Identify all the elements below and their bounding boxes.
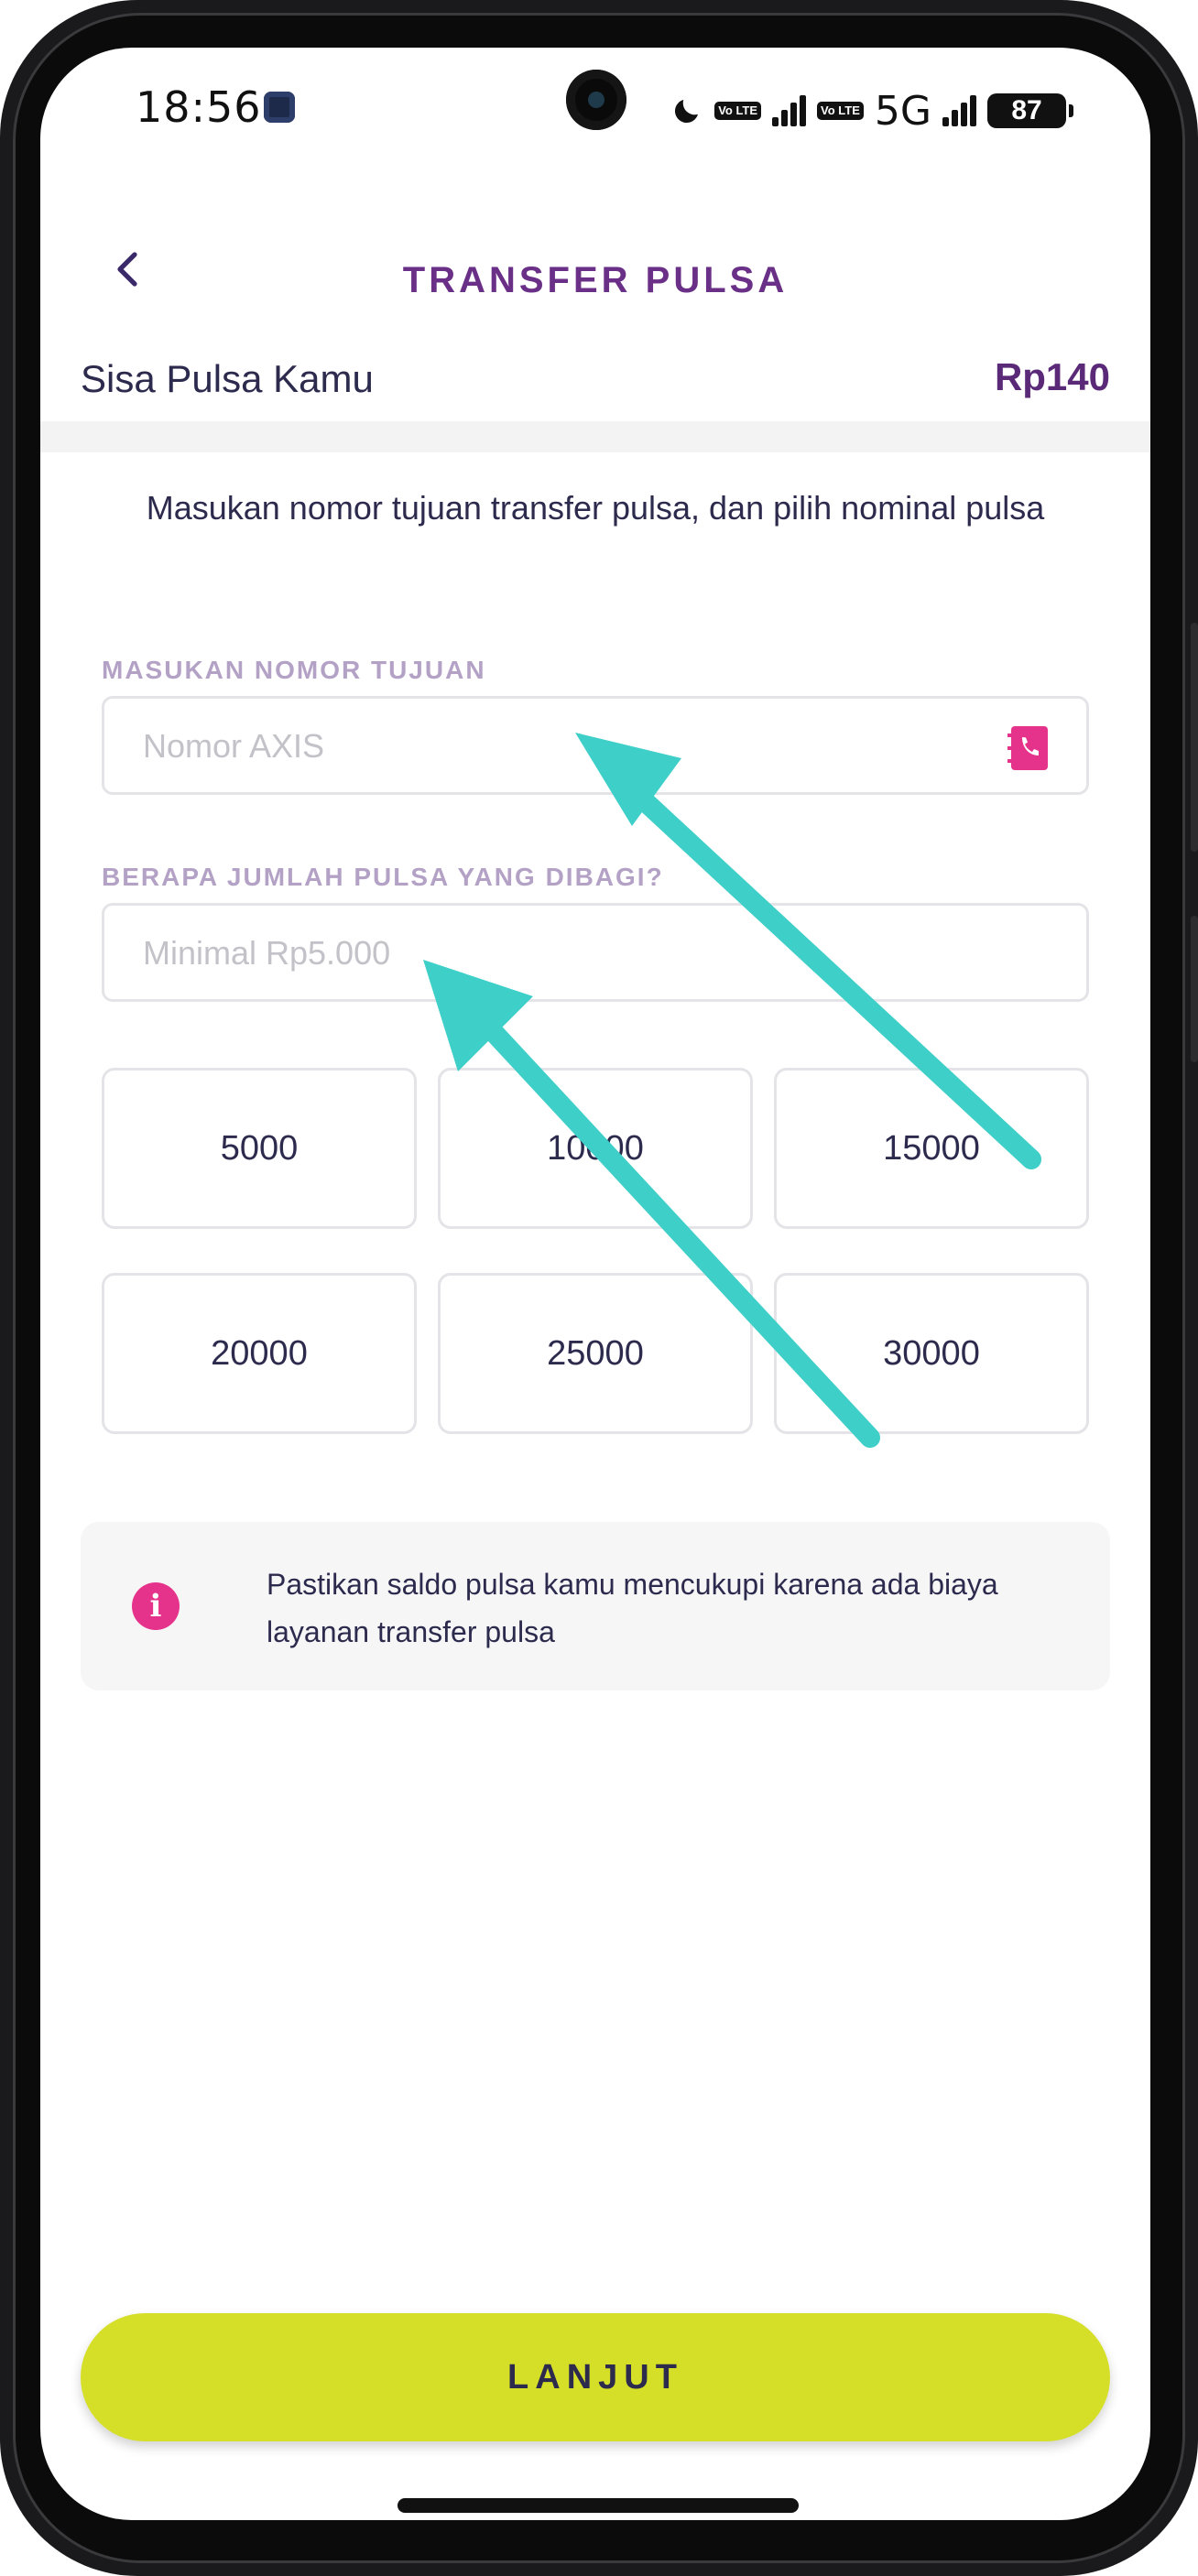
phone-number-input[interactable] xyxy=(141,699,969,794)
battery-indicator: 87 xyxy=(987,93,1073,128)
nominal-option-15000[interactable]: 15000 xyxy=(774,1068,1089,1229)
status-time: 18:56 xyxy=(136,82,262,132)
contact-book-icon xyxy=(1007,726,1048,770)
balance-label: Sisa Pulsa Kamu xyxy=(81,357,374,400)
notification-app-icon xyxy=(264,92,295,123)
phone-field-label: MASUKAN NOMOR TUJUAN xyxy=(102,656,486,684)
info-icon: i xyxy=(132,1582,180,1630)
amount-input[interactable] xyxy=(141,906,969,1001)
side-button-volume xyxy=(1191,623,1198,852)
side-button-power xyxy=(1191,916,1198,1062)
home-indicator xyxy=(398,2498,799,2513)
volte-badge-1: Vo LTE xyxy=(714,102,762,120)
balance-value: Rp140 xyxy=(994,355,1110,398)
front-camera xyxy=(566,70,626,130)
signal-icon-2 xyxy=(942,95,976,126)
app-screen: 18:56 Vo LTE Vo LTE 5G 87 TRANSFER PULSA… xyxy=(40,48,1150,2520)
nominal-option-10000[interactable]: 10000 xyxy=(438,1068,753,1229)
nominal-option-5000[interactable]: 5000 xyxy=(102,1068,417,1229)
contact-book-button[interactable] xyxy=(1006,724,1051,772)
amount-field[interactable] xyxy=(102,903,1089,1002)
nominal-option-20000[interactable]: 20000 xyxy=(102,1273,417,1434)
nominal-option-25000[interactable]: 25000 xyxy=(438,1273,753,1434)
moon-icon xyxy=(675,100,699,124)
signal-icon-1 xyxy=(772,95,807,126)
app-header: TRANSFER PULSA xyxy=(40,212,1150,322)
network-type: 5G xyxy=(874,87,931,135)
status-bar: 18:56 Vo LTE Vo LTE 5G 87 xyxy=(40,48,1150,167)
phone-frame: 18:56 Vo LTE Vo LTE 5G 87 TRANSFER PULSA… xyxy=(0,0,1198,2576)
page-title: TRANSFER PULSA xyxy=(402,260,789,300)
status-icons: Vo LTE Vo LTE 5G 87 xyxy=(670,87,1073,135)
continue-button[interactable]: LANJUT xyxy=(81,2313,1110,2441)
info-text: Pastikan saldo pulsa kamu mencukupi kare… xyxy=(267,1568,998,1648)
balance-row: Sisa Pulsa Kamu Rp140 xyxy=(40,339,1150,421)
volte-badge-2: Vo LTE xyxy=(817,102,864,120)
amount-field-label: BERAPA JUMLAH PULSA YANG DIBAGI? xyxy=(102,863,664,891)
phone-number-field[interactable] xyxy=(102,696,1089,795)
nominal-grid: 5000 10000 15000 20000 25000 30000 xyxy=(102,1068,1089,1434)
info-notice: i Pastikan saldo pulsa kamu mencukupi ka… xyxy=(81,1522,1110,1690)
instruction-text: Masukan nomor tujuan transfer pulsa, dan… xyxy=(146,489,1045,527)
nominal-option-30000[interactable]: 30000 xyxy=(774,1273,1089,1434)
section-divider xyxy=(40,421,1150,452)
